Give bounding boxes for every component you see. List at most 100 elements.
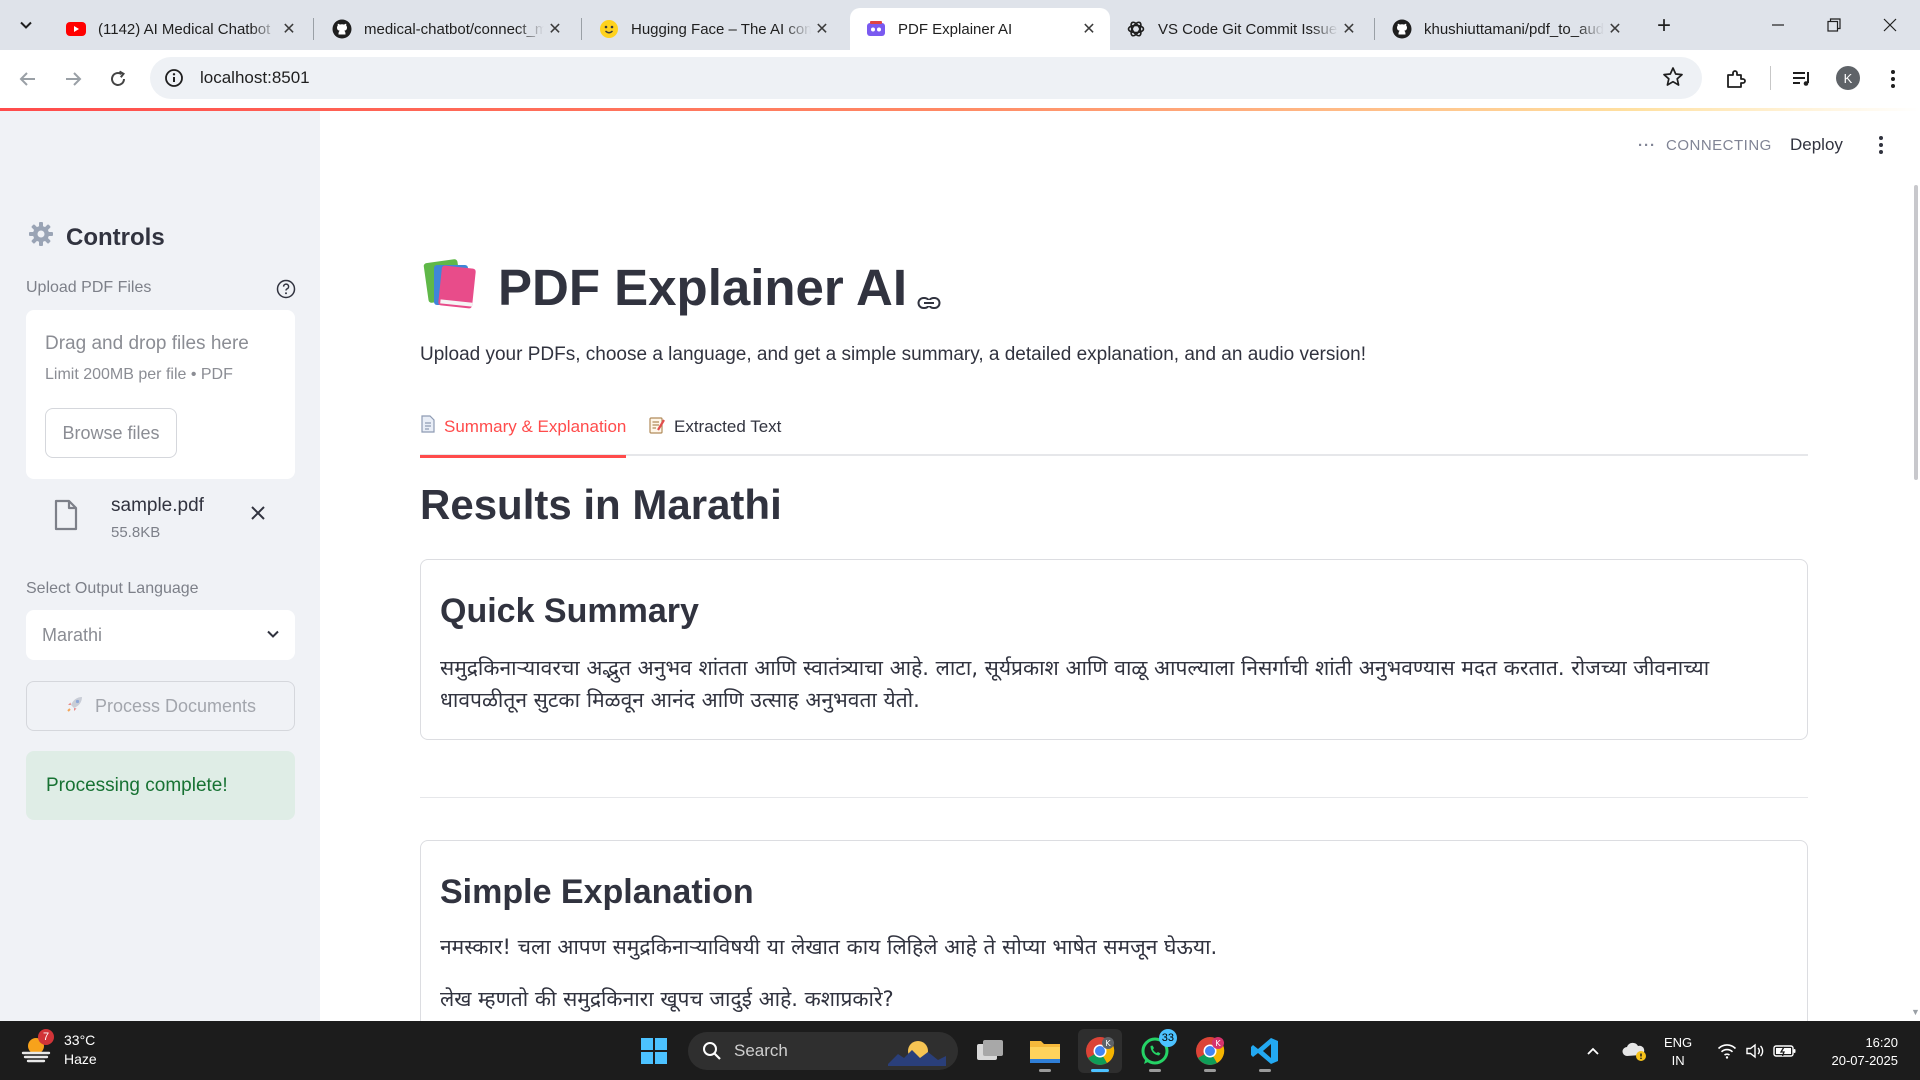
link-icon[interactable] — [917, 263, 941, 322]
tab-close-icon[interactable]: ✕ — [1078, 18, 1100, 40]
profile-avatar[interactable]: K — [1836, 66, 1860, 90]
extensions-button[interactable] — [1718, 61, 1754, 97]
success-alert: Processing complete! — [26, 751, 295, 820]
back-button[interactable] — [10, 61, 46, 97]
taskbar-chrome-profile-pink[interactable]: K — [1188, 1029, 1232, 1073]
tab-close-icon[interactable]: ✕ — [1604, 18, 1626, 40]
app-menu-button[interactable] — [1878, 135, 1884, 160]
browser-tab-pdf-explainer[interactable]: PDF Explainer AI ✕ — [850, 8, 1110, 50]
browse-files-button[interactable]: Browse files — [45, 408, 177, 458]
explanation-card: Simple Explanation नमस्कार! चला आपण समुद… — [420, 840, 1808, 1021]
restore-button[interactable] — [1806, 0, 1862, 50]
scrollbar[interactable] — [1914, 185, 1918, 480]
wifi-status[interactable] — [1714, 1021, 1740, 1080]
taskbar-chrome-profile-k[interactable]: K — [1078, 1029, 1122, 1073]
intro-text: Upload your PDFs, choose a language, and… — [420, 344, 1367, 365]
toolbar-divider — [1770, 66, 1771, 90]
cloud-warning-icon — [1622, 1042, 1646, 1061]
tab-summary-explanation[interactable]: Summary & Explanation — [420, 398, 627, 458]
tab-divider — [1374, 18, 1375, 40]
search-placeholder: Search — [734, 1041, 788, 1060]
tab-divider — [581, 18, 582, 40]
taskbar-vscode[interactable] — [1243, 1029, 1287, 1073]
sidebar-title: Controls — [28, 221, 165, 254]
browser-tab-huggingface[interactable]: Hugging Face – The AI community ✕ — [583, 8, 843, 50]
taskbar-file-explorer[interactable] — [1023, 1029, 1067, 1073]
arrow-left-icon — [19, 72, 35, 86]
show-hidden-icons-button[interactable] — [1578, 1021, 1608, 1080]
process-documents-button[interactable]: Process Documents — [26, 681, 295, 731]
browser-tab-github-medical[interactable]: medical-chatbot/connect_memory ✕ — [316, 8, 576, 50]
taskbar-task-view[interactable] — [968, 1029, 1012, 1073]
file-icon — [54, 499, 78, 536]
sidebar: Controls Upload PDF Files Drag and drop … — [0, 111, 320, 1021]
address-bar[interactable]: localhost:8501 — [150, 57, 1702, 99]
onedrive-status[interactable] — [1618, 1021, 1650, 1080]
reload-button[interactable] — [100, 61, 136, 97]
minimize-button[interactable] — [1750, 0, 1806, 50]
close-window-button[interactable] — [1862, 0, 1918, 50]
minimize-icon — [1772, 24, 1784, 26]
volume-status[interactable] — [1742, 1021, 1768, 1080]
file-dropzone[interactable]: Drag and drop files here Limit 200MB per… — [26, 310, 295, 479]
whatsapp-badge: 33 — [1158, 1029, 1177, 1047]
tab-title: VS Code Git Commit Issue — [1158, 20, 1338, 38]
tab-search-button[interactable] — [10, 9, 42, 41]
page-icon — [420, 415, 436, 438]
tab-title: medical-chatbot/connect_memory — [364, 20, 544, 38]
new-tab-button[interactable]: + — [1650, 12, 1678, 40]
chrome-icon: K — [1086, 1037, 1115, 1065]
search-icon — [703, 1042, 721, 1060]
tab-close-icon[interactable]: ✕ — [544, 18, 566, 40]
tab-close-icon[interactable]: ✕ — [278, 18, 300, 40]
start-button[interactable] — [632, 1029, 676, 1073]
uploaded-file: sample.pdf 55.8KB — [26, 491, 295, 551]
language-select[interactable]: Marathi — [26, 610, 295, 660]
kebab-menu-icon — [1891, 70, 1895, 88]
taskbar-search[interactable]: Search — [688, 1032, 958, 1070]
summary-text: समुद्रकिनाऱ्यावरचा अद्भुत अनुभव शांतता आ… — [440, 656, 1710, 712]
tab-extracted-text[interactable]: Extracted Text — [648, 398, 781, 456]
memo-icon — [648, 416, 666, 439]
bookmark-star-icon[interactable] — [1662, 66, 1684, 93]
tab-label: Extracted Text — [674, 417, 782, 436]
chevron-down-icon — [265, 626, 281, 647]
taskbar-clock[interactable]: 16:20 20-07-2025 — [1812, 1034, 1899, 1070]
scroll-down-icon[interactable]: ▼ — [1911, 1007, 1920, 1017]
media-control-button[interactable] — [1784, 61, 1820, 97]
github-icon — [332, 19, 352, 39]
remove-file-icon[interactable] — [250, 505, 266, 526]
summary-title: Quick Summary — [440, 592, 699, 630]
help-icon[interactable] — [276, 279, 296, 304]
browser-menu-button[interactable] — [1875, 61, 1911, 97]
tab-title: Hugging Face – The AI community — [631, 20, 811, 38]
restore-icon — [1827, 18, 1841, 32]
speaker-icon — [1746, 1043, 1764, 1058]
tab-close-icon[interactable]: ✕ — [1338, 18, 1360, 40]
tab-close-icon[interactable]: ✕ — [811, 18, 833, 40]
browser-tab-github-pdf[interactable]: khushiuttamani/pdf_to_audio ✕ — [1376, 8, 1636, 50]
lang-line-2: IN — [1671, 1053, 1685, 1068]
weather-widget[interactable]: 7 33°C Haze — [20, 1029, 97, 1069]
search-highlight-icon — [888, 1041, 946, 1066]
close-icon — [1883, 18, 1897, 32]
forward-button[interactable] — [55, 61, 91, 97]
upload-label: Upload PDF Files — [26, 279, 152, 296]
site-info-icon[interactable] — [162, 66, 186, 90]
battery-status[interactable] — [1770, 1021, 1800, 1080]
arrow-right-icon — [66, 72, 82, 86]
connection-status: ··· CONNECTING — [1638, 137, 1772, 154]
input-language[interactable]: ENG IN — [1664, 1034, 1692, 1070]
task-view-icon — [977, 1040, 1003, 1060]
deploy-button[interactable]: Deploy — [1790, 135, 1843, 155]
rocket-icon — [65, 694, 85, 719]
summary-card: Quick Summary समुद्रकिनाऱ्यावरचा अद्भुत … — [420, 559, 1808, 740]
content-tabs: Summary & Explanation Extracted Text — [420, 398, 1808, 458]
openai-icon — [1126, 19, 1146, 39]
browser-tab-vscode-git[interactable]: VS Code Git Commit Issue ✕ — [1110, 8, 1370, 50]
process-button-label: Process Documents — [94, 695, 257, 716]
kebab-menu-icon — [1879, 136, 1883, 154]
taskbar-whatsapp[interactable]: 33 — [1133, 1029, 1177, 1073]
gear-icon — [28, 221, 54, 254]
browser-tab-youtube[interactable]: (1142) AI Medical Chatbot ✕ — [50, 8, 310, 50]
